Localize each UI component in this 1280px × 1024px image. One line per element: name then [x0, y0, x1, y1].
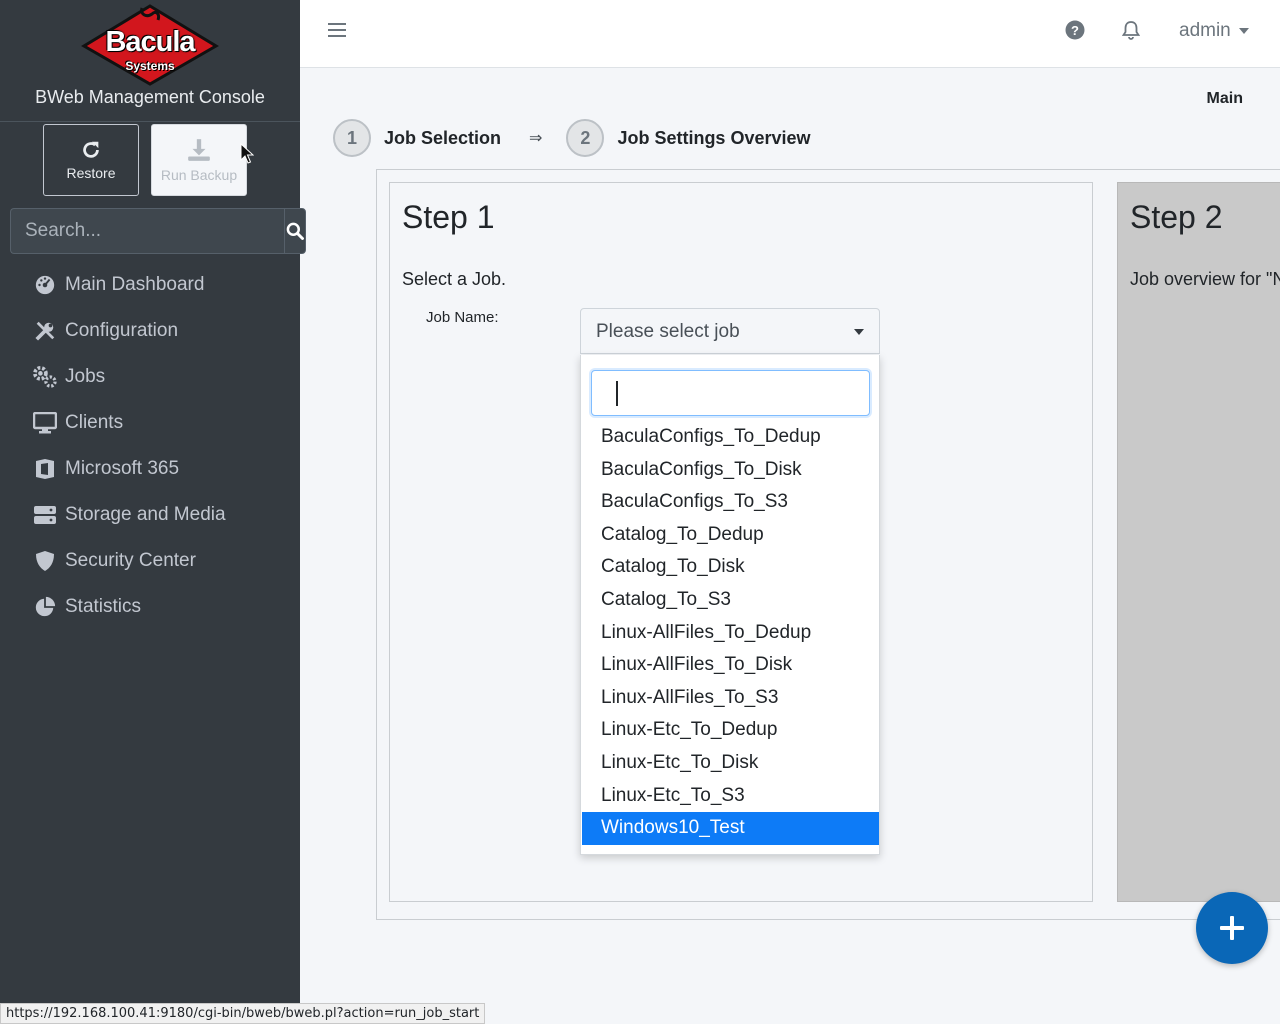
pie-chart-icon — [33, 595, 57, 619]
user-menu[interactable]: admin — [1179, 20, 1249, 42]
step-1-circle[interactable]: 1 — [333, 119, 371, 157]
dropdown-option[interactable]: BaculaConfigs_To_Dedup — [582, 421, 879, 454]
hdd-icon — [33, 503, 57, 527]
desktop-icon — [33, 411, 57, 435]
job-select-dropdown: BaculaConfigs_To_Dedup BaculaConfigs_To_… — [580, 355, 880, 855]
dropdown-option[interactable]: Catalog_To_Disk — [582, 551, 879, 584]
sidebar-item-configuration[interactable]: Configuration — [0, 308, 300, 354]
sidebar-item-statistics[interactable]: Statistics — [0, 584, 300, 630]
dropdown-option[interactable]: BaculaConfigs_To_S3 — [582, 486, 879, 519]
download-icon — [188, 139, 210, 161]
step-1-label[interactable]: Job Selection — [384, 128, 501, 149]
svg-text:?: ? — [1071, 23, 1079, 38]
shield-icon — [33, 549, 57, 573]
bacula-logo[interactable]: Bacula Systems — [80, 4, 220, 86]
text-cursor — [616, 381, 618, 406]
sidebar-item-microsoft-365[interactable]: Microsoft 365 — [0, 446, 300, 492]
wizard-stepper: 1 Job Selection ⇒ 2 Job Settings Overvie… — [333, 119, 811, 157]
sidebar-item-label: Main Dashboard — [65, 274, 205, 295]
dropdown-option[interactable]: Catalog_To_Dedup — [582, 519, 879, 552]
logo-subtext: Systems — [125, 59, 175, 73]
run-backup-button[interactable]: Run Backup — [151, 124, 247, 196]
restore-button[interactable]: Restore — [43, 124, 139, 196]
dropdown-option[interactable]: Linux-AllFiles_To_Disk — [582, 649, 879, 682]
tools-icon — [33, 319, 57, 343]
sidebar: Bacula Systems BWeb Management Console R… — [0, 0, 306, 1024]
quick-actions: Restore Run Backup — [43, 124, 247, 196]
status-bar-url: https://192.168.100.41:9180/cgi-bin/bweb… — [0, 1003, 486, 1024]
dropdown-option[interactable]: Linux-Etc_To_S3 — [582, 780, 879, 813]
logo-text: Bacula — [105, 26, 195, 58]
add-fab-button[interactable] — [1196, 892, 1268, 964]
sidebar-item-label: Clients — [65, 412, 124, 433]
restore-label: Restore — [66, 165, 116, 181]
run-backup-label: Run Backup — [160, 167, 238, 183]
step-arrow: ⇒ — [529, 130, 543, 147]
sidebar-nav: Main Dashboard Configuration Jobs Client… — [0, 262, 300, 630]
sidebar-item-label: Statistics — [65, 596, 142, 617]
sidebar-item-label: Jobs — [65, 366, 106, 387]
step-2-title: Step 2 — [1130, 199, 1223, 235]
mouse-pointer-icon — [240, 143, 254, 164]
sidebar-item-label: Storage and Media — [65, 504, 226, 525]
step-2-circle[interactable]: 2 — [566, 119, 605, 157]
dropdown-search-input[interactable] — [591, 370, 870, 416]
job-name-select[interactable]: Please select job — [580, 308, 880, 354]
search-input[interactable] — [10, 208, 284, 254]
search-icon — [286, 222, 304, 240]
dropdown-option-highlighted[interactable]: Windows10_Test — [582, 812, 879, 845]
cogs-icon — [33, 365, 57, 389]
caret-down-icon — [1238, 28, 1249, 34]
brand-title: BWeb Management Console — [35, 87, 265, 107]
bell-icon[interactable] — [1121, 20, 1141, 45]
dropdown-option[interactable]: BaculaConfigs_To_Disk — [582, 454, 879, 487]
hamburger-menu-icon[interactable] — [328, 21, 346, 44]
sidebar-item-label: Configuration — [65, 320, 179, 341]
brand[interactable]: Bacula Systems BWeb Management Console — [0, 4, 300, 122]
job-name-label: Job Name: — [426, 309, 499, 326]
dropdown-option[interactable]: Linux-AllFiles_To_Dedup — [582, 617, 879, 650]
sidebar-item-main-dashboard[interactable]: Main Dashboard — [0, 262, 300, 308]
dropdown-option[interactable]: Linux-Etc_To_Dedup — [582, 714, 879, 747]
redo-icon — [83, 141, 99, 158]
top-navbar: ? admin — [300, 0, 1280, 68]
help-icon[interactable]: ? — [1065, 20, 1085, 45]
sidebar-item-label: Microsoft 365 — [65, 458, 180, 479]
step-2-subtitle: Job overview for "N — [1130, 269, 1280, 289]
username: admin — [1179, 20, 1231, 41]
sidebar-item-security-center[interactable]: Security Center — [0, 538, 300, 584]
caret-down-icon — [854, 329, 864, 335]
microsoft-icon — [33, 457, 57, 481]
step-1-title: Step 1 — [402, 199, 495, 235]
dropdown-option[interactable]: Linux-AllFiles_To_S3 — [582, 682, 879, 715]
select-placeholder: Please select job — [596, 321, 740, 342]
dropdown-options: BaculaConfigs_To_Dedup BaculaConfigs_To_… — [582, 421, 879, 845]
sidebar-item-jobs[interactable]: Jobs — [0, 354, 300, 400]
dropdown-option[interactable]: Catalog_To_S3 — [582, 584, 879, 617]
step-2-panel: Step 2 Job overview for "N — [1117, 182, 1280, 902]
sidebar-search — [10, 208, 306, 254]
plus-icon — [1220, 916, 1244, 940]
search-button[interactable] — [284, 208, 306, 254]
sidebar-item-storage-and-media[interactable]: Storage and Media — [0, 492, 300, 538]
sidebar-item-label: Security Center — [65, 550, 196, 571]
step-1-subtitle: Select a Job. — [402, 269, 507, 289]
sidebar-item-clients[interactable]: Clients — [0, 400, 300, 446]
dashboard-icon — [33, 273, 57, 297]
breadcrumb[interactable]: Main — [1207, 90, 1243, 108]
dropdown-option[interactable]: Linux-Etc_To_Disk — [582, 747, 879, 780]
step-2-label[interactable]: Job Settings Overview — [617, 128, 810, 149]
